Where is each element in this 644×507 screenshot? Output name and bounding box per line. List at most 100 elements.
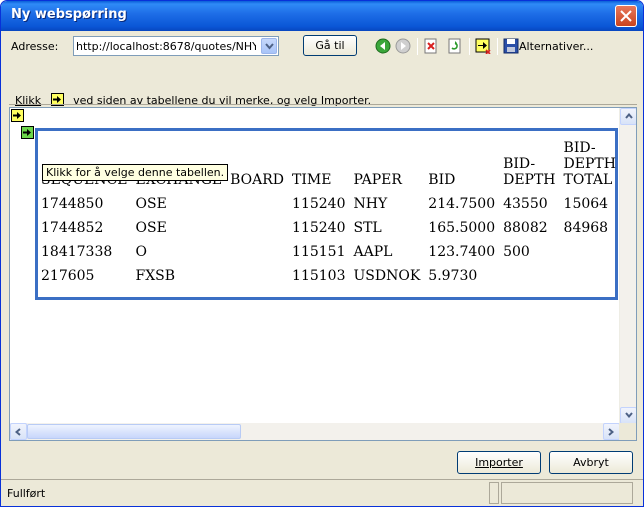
instruction-prefix: Klikk [15, 94, 42, 107]
table-cell: FXSB [135, 268, 176, 284]
toolbar-separator [417, 38, 418, 55]
table-row: 18417338 O 115151 AAPL 123.7400 500 [37, 236, 620, 260]
options-button[interactable]: Alternativer... [519, 40, 593, 53]
table-cell [560, 260, 620, 284]
save-query-icon[interactable] [503, 38, 519, 54]
table-cell: 165.5000 [428, 220, 496, 236]
chevron-up-icon [625, 113, 633, 119]
goto-button[interactable]: Gå til [303, 35, 357, 56]
column-header-text: BOARD [230, 172, 285, 188]
toolbar-separator [497, 38, 498, 55]
column-header-text: BID [428, 172, 456, 188]
table-cell: USDNOK [353, 268, 421, 284]
address-dropdown-button[interactable] [261, 38, 277, 54]
table-cell: AAPL [353, 244, 393, 260]
table-cell: 217605 [41, 268, 95, 284]
table-cell: 214.7500 [428, 196, 496, 212]
table-cell: 115240 [292, 220, 346, 236]
quotes-table: SEQUENCEEXCHANGEBOARDTIMEPAPERBIDBID-DEP… [37, 136, 620, 284]
chevron-left-icon [15, 428, 21, 436]
chevron-down-icon [625, 412, 633, 418]
table-row: 1744850 OSE 115240 NHY 214.7500 43550 15064 [37, 188, 620, 212]
window-title: Ny webspørring [11, 7, 127, 22]
status-text: Fullført [7, 487, 46, 500]
address-combobox[interactable] [73, 36, 279, 56]
table-cell: 115103 [292, 268, 346, 284]
table-cell: 43550 [503, 196, 548, 212]
column-header-text: TIME [292, 172, 332, 188]
chevron-right-icon [608, 428, 614, 436]
column-header: BID [424, 136, 499, 188]
table-cell: 500 [503, 244, 530, 260]
horizontal-scrollbar[interactable] [10, 423, 620, 440]
column-header-text: BID- [563, 140, 596, 156]
scroll-up-button[interactable] [620, 108, 636, 125]
table-cell [226, 236, 288, 260]
refresh-icon[interactable] [447, 38, 463, 54]
status-bar: Fullført [1, 479, 643, 506]
table-cell [226, 260, 288, 284]
title-bar: Ny webspørring [1, 1, 643, 31]
close-icon [620, 10, 632, 22]
web-query-dialog: Ny webspørring Adresse: Gå til [0, 0, 644, 507]
address-toolbar: Adresse: Gå til [7, 35, 637, 59]
column-header: PAPER [349, 136, 424, 188]
table-cell: 115151 [292, 244, 346, 260]
column-header: TIME [288, 136, 349, 188]
table-cell: 1744850 [41, 196, 104, 212]
table-cell: NHY [353, 196, 388, 212]
vertical-scrollbar[interactable] [619, 108, 636, 424]
column-header-text: DEPTH [503, 172, 556, 188]
scroll-corner [619, 423, 636, 440]
horizontal-scroll-thumb[interactable] [27, 424, 241, 439]
import-button-label: Importer [475, 456, 523, 469]
instruction-suffix: ved siden av tabellene du vil merke, og … [73, 94, 372, 107]
table-cell: 1744852 [41, 220, 104, 236]
table-cell: 123.7400 [428, 244, 496, 260]
forward-icon[interactable] [395, 38, 411, 54]
table-cell: 15064 [563, 196, 609, 212]
table-cell [499, 260, 559, 284]
column-header: BOARD [226, 136, 288, 188]
scroll-left-button[interactable] [10, 423, 27, 440]
table-cell: OSE [135, 196, 167, 212]
status-panel [501, 482, 633, 504]
table-cell: O [135, 244, 147, 260]
address-label: Adresse: [11, 40, 59, 53]
arrow-right-icon [23, 129, 31, 136]
arrow-right-icon [13, 112, 21, 119]
column-header-text: TOTAL [563, 172, 613, 188]
stop-icon[interactable] [423, 38, 439, 54]
web-preview-pane[interactable]: SEQUENCEEXCHANGEBOARDTIMEPAPERBIDBID-DEP… [9, 107, 637, 441]
table-cell: 5.9730 [428, 268, 478, 284]
table-cell: STL [353, 220, 382, 236]
scroll-down-button[interactable] [620, 407, 636, 424]
cancel-button[interactable]: Avbryt [549, 451, 633, 474]
tooltip: Klikk for å velge denne tabellen. [42, 164, 229, 181]
table-select-arrow[interactable] [21, 126, 34, 139]
table-cell: 88082 [503, 220, 548, 236]
chevron-down-icon [265, 43, 274, 50]
column-header: BID- DEPTH TOTAL [560, 136, 620, 188]
import-button[interactable]: Importer [457, 451, 541, 474]
column-header-text: DEPTH [563, 156, 616, 172]
table-row: 1744852 OSE 115240 STL 165.5000 88082 84968 [37, 212, 620, 236]
table-cell: 18417338 [41, 244, 113, 260]
address-input[interactable] [76, 39, 256, 53]
show-icons-icon[interactable] [475, 38, 491, 54]
status-panel [489, 482, 499, 504]
table-cell [226, 212, 288, 236]
table-row: 217605 FXSB 115103 USDNOK 5.9730 [37, 260, 620, 284]
scroll-right-button[interactable] [603, 423, 620, 440]
divider [9, 104, 637, 105]
column-header-text: BID- [503, 156, 536, 172]
table-cell: 84968 [563, 220, 609, 236]
back-icon[interactable] [375, 38, 391, 54]
toolbar-separator [469, 38, 470, 55]
table-cell [560, 236, 620, 260]
column-header-text: PAPER [353, 172, 402, 188]
table-cell [226, 188, 288, 212]
page-select-arrow[interactable] [11, 109, 24, 122]
column-header: BID- DEPTH [499, 136, 559, 188]
close-button[interactable] [615, 5, 637, 27]
